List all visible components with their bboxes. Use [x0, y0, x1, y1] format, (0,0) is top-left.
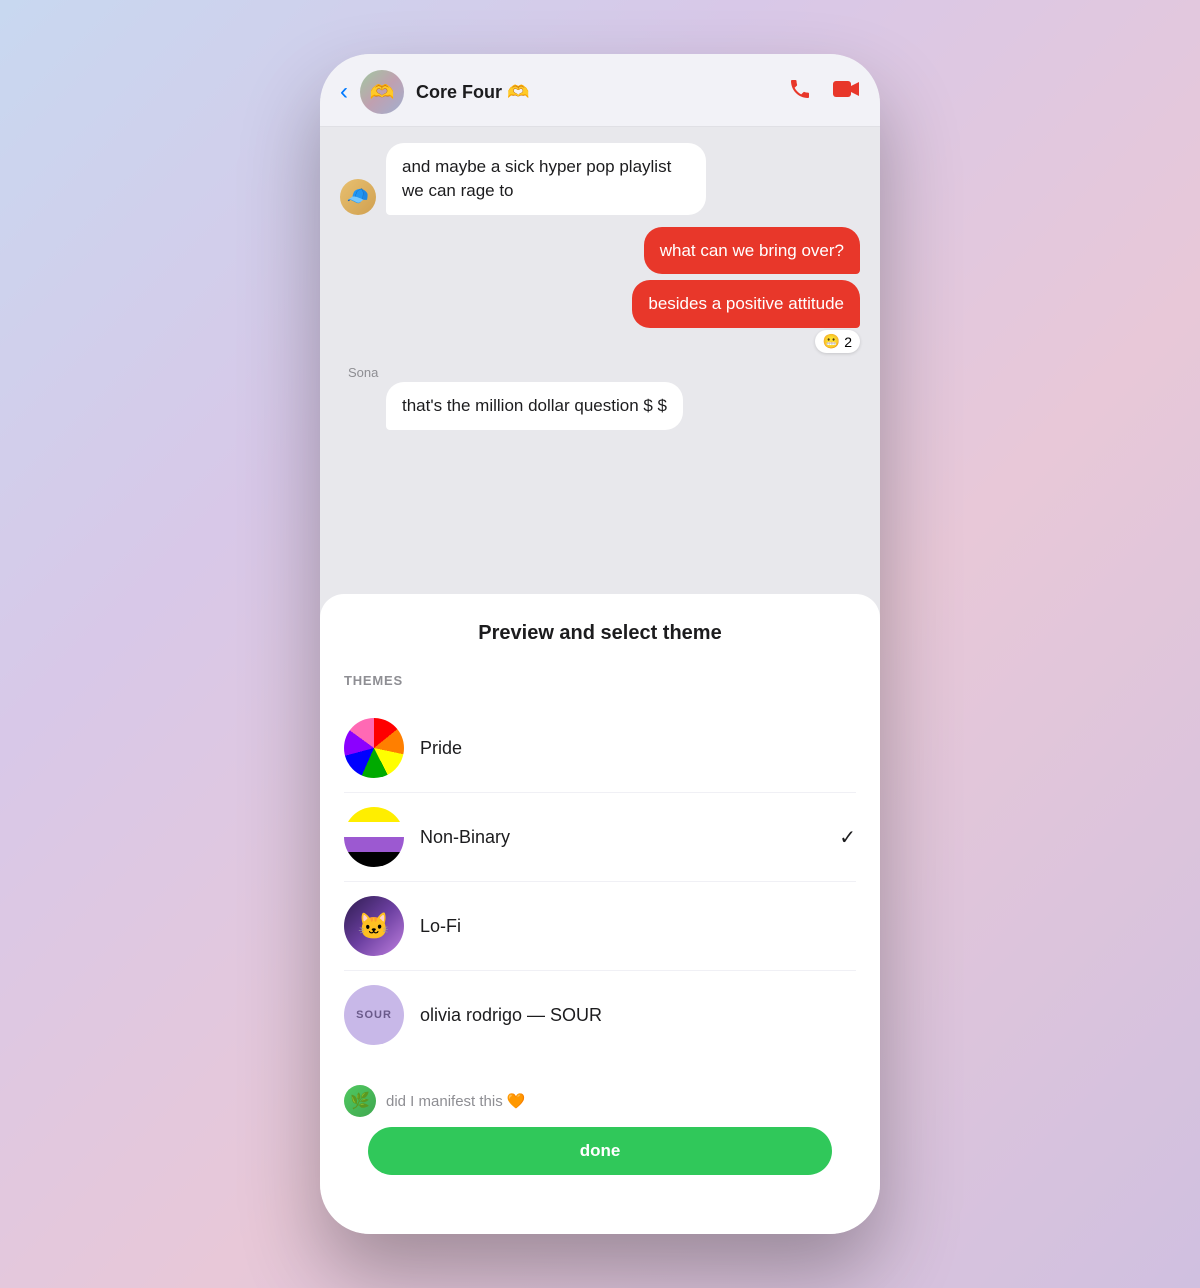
partial-message-text: did I manifest this 🧡: [386, 1092, 526, 1110]
message-incoming-2: that's the million dollar question $ $: [340, 382, 860, 430]
sour-icon: SOUR: [344, 985, 404, 1045]
theme-item-pride[interactable]: Pride: [344, 704, 856, 793]
themes-section-label: THEMES: [344, 673, 856, 688]
bottom-sheet: Preview and select theme THEMES Pride No…: [320, 594, 880, 1234]
done-button[interactable]: done: [368, 1127, 832, 1175]
bubble-incoming-1: and maybe a sick hyper pop playlist we c…: [386, 143, 706, 215]
pride-icon: [344, 718, 404, 778]
video-button[interactable]: [832, 77, 860, 107]
phone-frame: ‹ 🫶 Core Four 🫶 🧢 and maybe a sick hyper…: [320, 54, 880, 1234]
call-button[interactable]: [788, 77, 812, 107]
partial-message-row: 🌿 did I manifest this 🧡: [344, 1075, 856, 1127]
chat-area: 🧢 and maybe a sick hyper pop playlist we…: [320, 127, 880, 446]
message-outgoing-1: what can we bring over? besides a positi…: [340, 227, 860, 354]
lofi-icon: 🐱: [344, 896, 404, 956]
theme-selected-check: ✓: [839, 825, 856, 850]
sour-icon-text: SOUR: [356, 1009, 392, 1021]
theme-name-lofi: Lo-Fi: [420, 916, 856, 937]
group-avatar: 🫶: [360, 70, 404, 114]
message-incoming-1: 🧢 and maybe a sick hyper pop playlist we…: [340, 143, 860, 215]
group-name: Core Four 🫶: [416, 82, 776, 103]
theme-name-nonbinary: Non-Binary: [420, 827, 823, 848]
theme-list: Pride Non-Binary ✓ 🐱 Lo-Fi SOUR oliv: [344, 704, 856, 1059]
theme-name-pride: Pride: [420, 738, 856, 759]
reaction-count: 2: [844, 334, 852, 350]
theme-item-lofi[interactable]: 🐱 Lo-Fi: [344, 882, 856, 971]
reaction-badge: 😬 2: [815, 330, 860, 353]
theme-name-sour: olivia rodrigo — SOUR: [420, 1005, 856, 1026]
theme-item-sour[interactable]: SOUR olivia rodrigo — SOUR: [344, 971, 856, 1059]
theme-item-nonbinary[interactable]: Non-Binary ✓: [344, 793, 856, 882]
message-incoming-group-2: Sona that's the million dollar question …: [340, 365, 860, 430]
sender-avatar-1: 🧢: [340, 179, 376, 215]
header-actions: [788, 77, 860, 107]
partial-avatar: 🌿: [344, 1085, 376, 1117]
nonbinary-icon: [344, 807, 404, 867]
sheet-title: Preview and select theme: [344, 622, 856, 645]
back-button[interactable]: ‹: [340, 78, 348, 106]
bubble-outgoing-1: what can we bring over?: [644, 227, 860, 275]
reaction-emoji: 😬: [823, 333, 840, 350]
bubble-incoming-2: that's the million dollar question $ $: [386, 382, 683, 430]
bubble-outgoing-2: besides a positive attitude: [632, 280, 860, 328]
chat-header: ‹ 🫶 Core Four 🫶: [320, 54, 880, 127]
sender-label: Sona: [348, 365, 860, 380]
